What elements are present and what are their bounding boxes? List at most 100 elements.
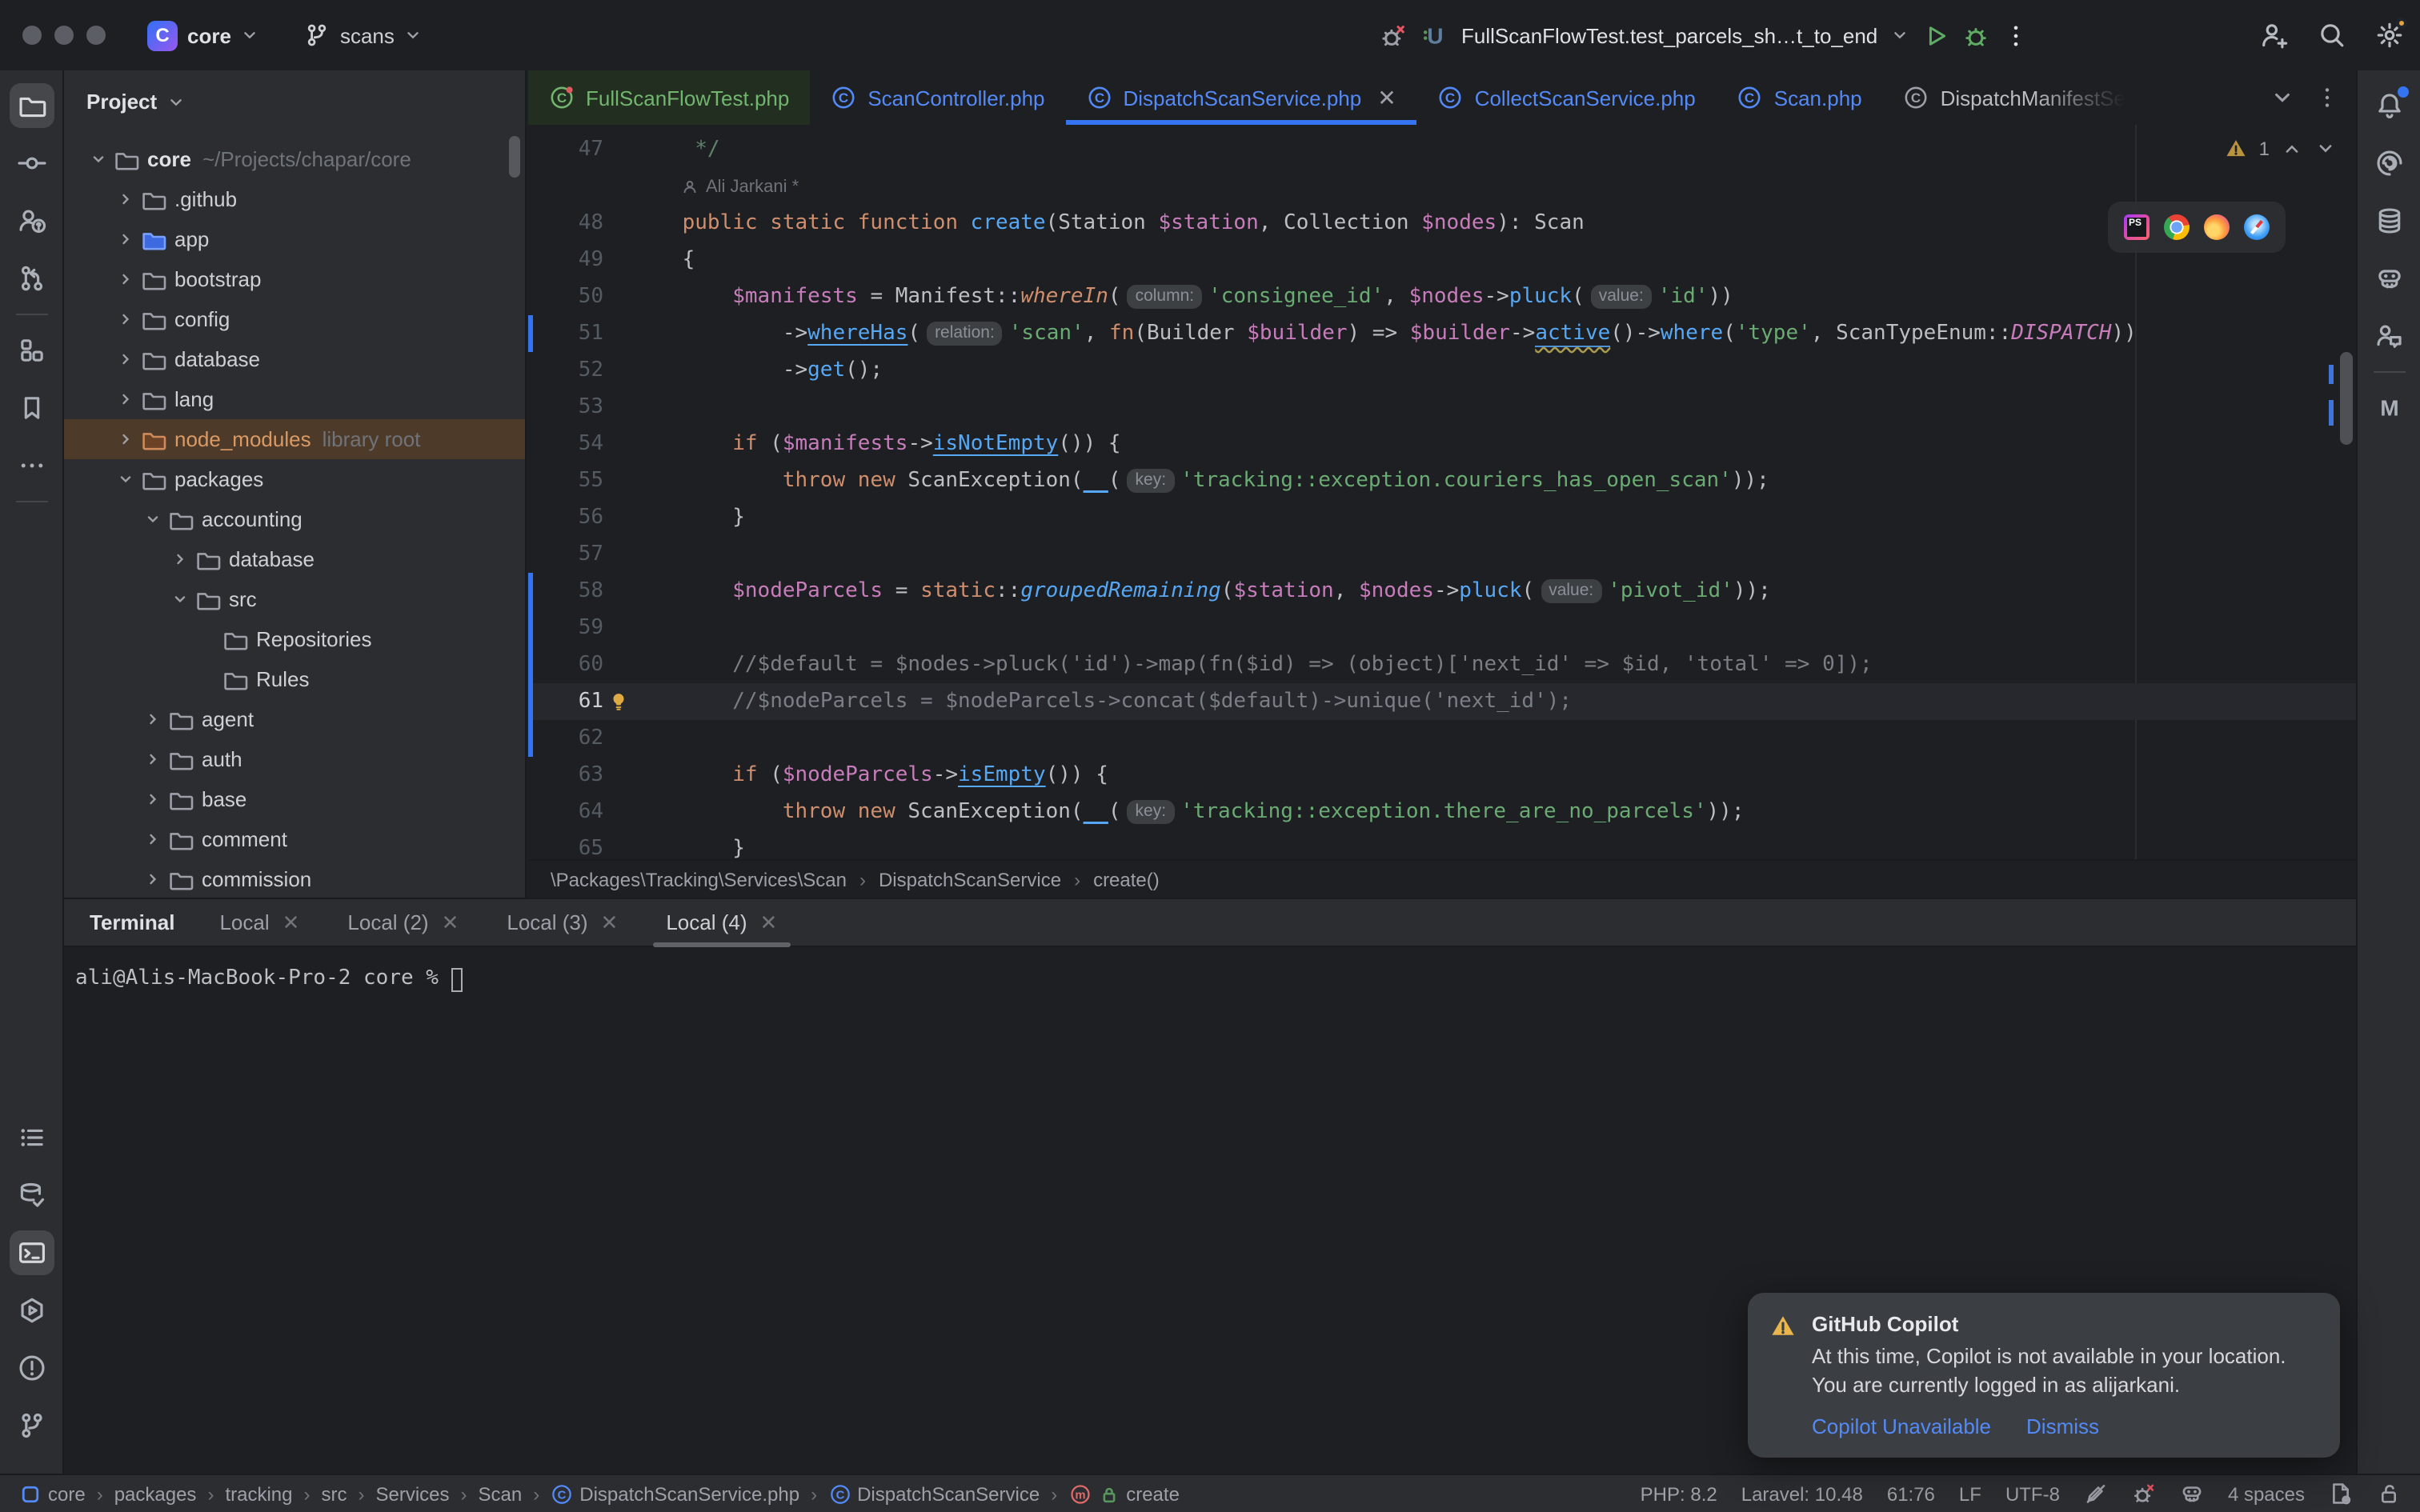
status-breadcrumb-item[interactable]: Scan xyxy=(479,1482,523,1505)
tool-button-github-copilot[interactable] xyxy=(2366,256,2411,301)
settings-button[interactable] xyxy=(2375,21,2404,50)
code-line-57[interactable]: 57 xyxy=(528,536,2356,573)
code-line-59[interactable]: 59 xyxy=(528,610,2356,646)
tool-button-copilot-chat[interactable] xyxy=(2366,314,2411,358)
editor-tab-DispatchScanService.php[interactable]: CDispatchScanService.php✕ xyxy=(1066,70,1417,125)
close-window-button[interactable] xyxy=(22,26,42,45)
tool-button-database[interactable] xyxy=(2366,198,2411,243)
chevron-down-icon[interactable] xyxy=(114,468,136,490)
status-breadcrumb-item[interactable]: CDispatchScanService xyxy=(828,1482,1040,1505)
phpstorm-icon[interactable]: PS xyxy=(2124,214,2150,240)
run-button[interactable] xyxy=(1922,22,1949,49)
line-number[interactable]: 52 xyxy=(533,352,603,389)
line-number[interactable]: 50 xyxy=(533,278,603,315)
breadcrumb-item[interactable]: \Packages\Tracking\Services\Scan xyxy=(551,868,847,890)
terminal-output[interactable]: ali@Alis-MacBook-Pro-2 core % xyxy=(64,947,2356,995)
terminal-tab-Local (2)[interactable]: Local (2)✕ xyxy=(344,898,462,946)
status-breadcrumb-item[interactable]: Services xyxy=(376,1482,450,1505)
tree-item-agent[interactable]: agent xyxy=(64,699,525,739)
close-icon[interactable]: ✕ xyxy=(601,910,619,935)
status-breadcrumb-item[interactable]: CDispatchScanService.php xyxy=(551,1482,799,1505)
line-number[interactable]: 62 xyxy=(533,720,603,757)
status-breadcrumb-item[interactable]: tracking xyxy=(225,1482,292,1505)
run-configuration-name[interactable]: FullScanFlowTest.test_parcels_sh…t_to_en… xyxy=(1461,23,1877,47)
tree-item-node_modules[interactable]: node_moduleslibrary root xyxy=(64,419,525,459)
previous-problem-icon[interactable] xyxy=(2281,138,2303,160)
zoom-window-button[interactable] xyxy=(86,26,106,45)
line-number[interactable]: 49 xyxy=(533,242,603,278)
test-failed-icon[interactable] xyxy=(1380,22,1407,49)
search-everywhere-icon[interactable] xyxy=(2318,21,2346,50)
code-line-64[interactable]: 64 throw new ScanException(__(key:'track… xyxy=(528,794,2356,830)
inspections-widget[interactable]: 1 xyxy=(2226,138,2337,160)
tree-item-bootstrap[interactable]: bootstrap xyxy=(64,259,525,299)
indent-config-icon[interactable] xyxy=(2329,1482,2353,1506)
firefox-icon[interactable] xyxy=(2204,214,2230,240)
line-number[interactable]: 56 xyxy=(533,499,603,536)
code-author-annotation[interactable]: Ali Jarkani * xyxy=(528,168,2356,205)
status-breadcrumb-item[interactable]: mcreate xyxy=(1068,1482,1180,1505)
tool-button-commit[interactable] xyxy=(9,141,54,186)
code-line-60[interactable]: 60 //$default = $nodes->pluck('id')->map… xyxy=(528,646,2356,683)
tool-button-terminal[interactable] xyxy=(9,1230,54,1275)
chrome-icon[interactable] xyxy=(2164,214,2190,240)
line-number[interactable]: 48 xyxy=(533,205,603,242)
status-breadcrumb-item[interactable]: packages xyxy=(114,1482,197,1505)
line-number[interactable]: 55 xyxy=(533,462,603,499)
chevron-right-icon[interactable] xyxy=(114,308,136,330)
close-icon[interactable]: ✕ xyxy=(760,910,778,935)
tree-item-lang[interactable]: lang xyxy=(64,379,525,419)
breadcrumb-item[interactable]: DispatchScanService xyxy=(879,868,1061,890)
tree-item-app[interactable]: app xyxy=(64,219,525,259)
tool-button-version-control[interactable] xyxy=(9,1403,54,1448)
tree-item-Rules[interactable]: Rules xyxy=(64,659,525,699)
tab-options-icon[interactable] xyxy=(2314,85,2340,110)
code-line-56[interactable]: 56 } xyxy=(528,499,2356,536)
line-number[interactable]: 63 xyxy=(533,757,603,794)
close-icon[interactable]: ✕ xyxy=(1377,86,1396,109)
tree-item-Repositories[interactable]: Repositories xyxy=(64,619,525,659)
editor-tab-DispatchManifestSe[interactable]: CDispatchManifestSe xyxy=(1883,70,2146,125)
line-separator[interactable]: LF xyxy=(1959,1482,1981,1505)
laravel-version[interactable]: Laravel: 10.48 xyxy=(1741,1482,1863,1505)
intention-bulb-icon[interactable] xyxy=(607,691,628,712)
close-icon[interactable]: ✕ xyxy=(282,910,300,935)
chevron-right-icon[interactable] xyxy=(141,748,163,770)
chevron-down-icon[interactable] xyxy=(86,148,109,170)
code-with-me-icon[interactable] xyxy=(2260,21,2289,50)
tree-item-accounting[interactable]: accounting xyxy=(64,499,525,539)
chevron-right-icon[interactable] xyxy=(141,828,163,850)
tree-item-base[interactable]: base xyxy=(64,779,525,819)
tool-button-problems[interactable] xyxy=(9,1346,54,1390)
tree-item-comment[interactable]: comment xyxy=(64,819,525,859)
tree-item-commission[interactable]: commission xyxy=(64,859,525,898)
chevron-right-icon[interactable] xyxy=(114,428,136,450)
chevron-right-icon[interactable] xyxy=(114,228,136,250)
caret-position[interactable]: 61:76 xyxy=(1887,1482,1935,1505)
code-line-49[interactable]: 49 { xyxy=(528,242,2356,278)
chevron-right-icon[interactable] xyxy=(168,548,190,570)
chevron-right-icon[interactable] xyxy=(114,388,136,410)
line-number[interactable]: 60 xyxy=(533,646,603,683)
line-number[interactable]: 53 xyxy=(533,389,603,426)
tool-button-todo[interactable] xyxy=(9,1115,54,1160)
code-line-53[interactable]: 53 xyxy=(528,389,2356,426)
code-line-50[interactable]: 50 $manifests = Manifest::whereIn(column… xyxy=(528,278,2356,315)
debug-button[interactable] xyxy=(1962,22,1989,49)
tool-button-ai-assistant[interactable] xyxy=(2366,141,2411,186)
code-line-55[interactable]: 55 throw new ScanException(__(key:'track… xyxy=(528,462,2356,499)
chevron-right-icon[interactable] xyxy=(114,348,136,370)
editor-tab-FullScanFlowTest.php[interactable]: CFullScanFlowTest.php xyxy=(528,70,810,125)
tool-button-project-folder[interactable] xyxy=(9,83,54,128)
chevron-right-icon[interactable] xyxy=(114,188,136,210)
line-number[interactable]: 64 xyxy=(533,794,603,830)
php-version[interactable]: PHP: 8.2 xyxy=(1641,1482,1717,1505)
code-line-47[interactable]: 47 */ xyxy=(528,131,2356,168)
tool-button-pull-requests[interactable] xyxy=(9,256,54,301)
code-line-63[interactable]: 63 if ($nodeParcels->isEmpty()) { xyxy=(528,757,2356,794)
tool-button-notifications[interactable] xyxy=(2366,83,2411,128)
terminal-tab-Local (3)[interactable]: Local (3)✕ xyxy=(503,898,621,946)
minimize-window-button[interactable] xyxy=(54,26,74,45)
line-number[interactable]: 47 xyxy=(533,131,603,168)
line-number[interactable]: 57 xyxy=(533,536,603,573)
